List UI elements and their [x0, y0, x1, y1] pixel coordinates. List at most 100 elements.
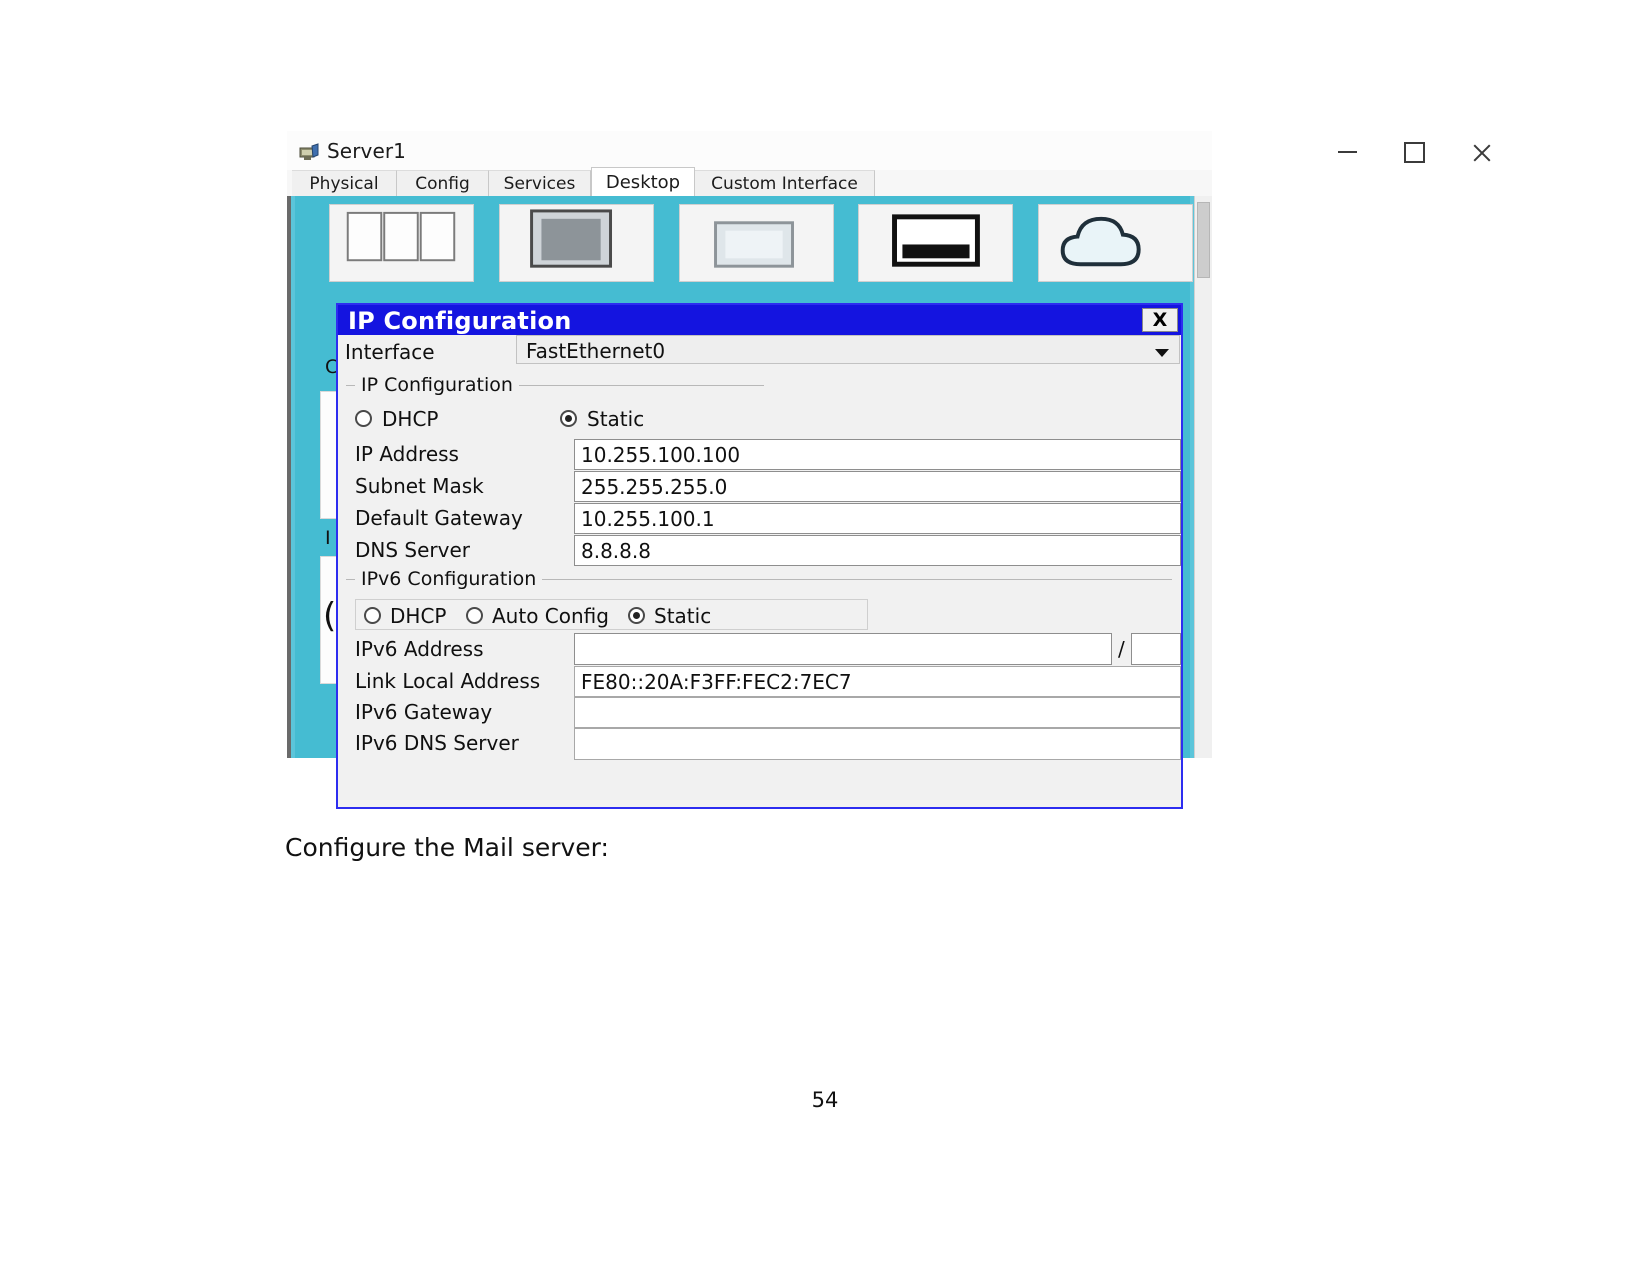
ipv6-prefix-length-input[interactable] [1131, 633, 1181, 665]
ipv4-dhcp-label: DHCP [382, 407, 439, 431]
background-text-fragment: I [325, 527, 331, 549]
packet-tracer-server-icon [299, 143, 319, 160]
link-local-address-row: Link Local Address FE80::20A:F3FF:FEC2:7… [338, 666, 1181, 697]
tab-custom-interface[interactable]: Custom Interface [695, 170, 875, 196]
ipv6-static-radio[interactable]: Static [628, 604, 748, 628]
ip-configuration-dialog: IP Configuration X Interface FastEtherne… [336, 303, 1183, 809]
ip-address-value: 10.255.100.100 [581, 443, 741, 467]
dialog-title-bar: IP Configuration [338, 305, 1181, 335]
desktop-tile[interactable] [499, 204, 654, 282]
desktop-scrollbar[interactable] [1194, 196, 1212, 758]
maximize-button[interactable] [1384, 131, 1444, 173]
link-local-address-value: FE80::20A:F3FF:FEC2:7EC7 [581, 670, 852, 694]
ipv6-gateway-label: IPv6 Gateway [355, 700, 493, 724]
subnet-mask-value: 255.255.255.0 [581, 475, 728, 499]
link-local-address-input[interactable]: FE80::20A:F3FF:FEC2:7EC7 [574, 666, 1181, 697]
radio-indicator [628, 607, 645, 624]
ipv6-prefix-separator: / [1118, 637, 1125, 661]
body-paragraph: Configure the Mail server: [285, 833, 609, 862]
dialog-title: IP Configuration [348, 307, 572, 335]
dial-up-tile-icon [530, 209, 613, 268]
ipv6-dns-server-input[interactable] [574, 728, 1181, 760]
window-title-bar: Server1 [287, 131, 1425, 173]
tab-config[interactable]: Config [397, 170, 489, 196]
subnet-mask-label: Subnet Mask [355, 474, 484, 498]
ip-address-row: IP Address 10.255.100.100 [338, 439, 1181, 470]
desktop-surface: C I ( IP Configuration X Interface FastE… [295, 196, 1193, 809]
ipv6-mode-group: DHCP Auto Config Static [355, 599, 868, 630]
minimize-icon [1337, 151, 1357, 153]
link-local-address-label: Link Local Address [355, 669, 541, 693]
interface-selected-value: FastEthernet0 [526, 339, 666, 363]
interface-row: Interface FastEthernet0 [338, 335, 1181, 366]
chevron-down-icon [1155, 349, 1169, 357]
ipv6-dhcp-label: DHCP [390, 604, 447, 628]
window-title: Server1 [327, 139, 407, 163]
interface-dropdown[interactable]: FastEthernet0 [516, 335, 1180, 364]
document-page: Server1 Physical Config Services Desktop… [0, 0, 1650, 1275]
dns-server-row: DNS Server 8.8.8.8 [338, 535, 1181, 566]
tab-label: Services [503, 173, 576, 194]
close-icon [1471, 142, 1492, 163]
dialog-close-button[interactable]: X [1142, 308, 1178, 332]
ipv4-static-radio[interactable]: Static [560, 407, 680, 433]
ipv6-dns-server-label: IPv6 DNS Server [355, 731, 519, 755]
tab-desktop[interactable]: Desktop [591, 167, 695, 196]
default-gateway-value: 10.255.100.1 [581, 507, 715, 531]
tab-label: Physical [309, 173, 379, 194]
desktop-tile[interactable] [1038, 204, 1193, 282]
tab-label: Custom Interface [711, 173, 858, 194]
tab-bar: Physical Config Services Desktop Custom … [287, 167, 1212, 196]
ipv4-dhcp-radio[interactable]: DHCP [355, 407, 475, 433]
desktop-tile[interactable] [858, 204, 1013, 282]
dns-server-label: DNS Server [355, 538, 470, 562]
dialog-content: Interface FastEthernet0 IP Configuration [338, 335, 1181, 807]
dns-server-input[interactable]: 8.8.8.8 [574, 535, 1181, 566]
ipv6-gateway-row: IPv6 Gateway [338, 697, 1181, 728]
subnet-mask-row: Subnet Mask 255.255.255.0 [338, 471, 1181, 502]
tab-physical[interactable]: Physical [292, 170, 397, 196]
radio-indicator [355, 410, 372, 427]
ipv4-group-title: IP Configuration [355, 374, 519, 396]
radio-indicator [466, 607, 483, 624]
interface-label: Interface [345, 340, 435, 364]
radio-indicator [364, 607, 381, 624]
ipv6-address-input[interactable] [574, 633, 1112, 665]
ipv6-group-title: IPv6 Configuration [355, 568, 543, 590]
ipv6-auto-config-radio[interactable]: Auto Config [466, 604, 646, 628]
web-browser-tile-icon [1060, 216, 1141, 267]
dns-server-value: 8.8.8.8 [581, 539, 651, 563]
radio-indicator [560, 410, 577, 427]
dialog-close-label: X [1152, 309, 1168, 331]
ipv4-static-label: Static [587, 407, 645, 431]
ipv6-static-label: Static [654, 604, 712, 628]
ip-address-input[interactable]: 10.255.100.100 [574, 439, 1181, 470]
command-prompt-tile-icon [892, 214, 980, 267]
ipv6-address-label: IPv6 Address [355, 637, 484, 661]
ipv6-dhcp-radio[interactable]: DHCP [364, 604, 474, 628]
default-gateway-label: Default Gateway [355, 506, 523, 530]
default-gateway-input[interactable]: 10.255.100.1 [574, 503, 1181, 534]
ip-configuration-tile-icon [346, 211, 456, 262]
ipv6-address-row: IPv6 Address / [338, 633, 1181, 665]
ip-address-label: IP Address [355, 442, 459, 466]
subnet-mask-input[interactable]: 255.255.255.0 [574, 471, 1181, 502]
tab-services[interactable]: Services [489, 170, 591, 196]
close-button[interactable] [1451, 131, 1511, 173]
desktop-panel: C I ( IP Configuration X Interface FastE… [287, 196, 1212, 809]
tab-label: Desktop [605, 171, 681, 193]
default-gateway-row: Default Gateway 10.255.100.1 [338, 503, 1181, 534]
tab-label: Config [415, 173, 470, 194]
packet-tracer-window: Server1 Physical Config Services Desktop… [287, 131, 1425, 809]
desktop-tile[interactable] [329, 204, 474, 282]
terminal-tile-icon [714, 221, 794, 268]
desktop-tile[interactable] [679, 204, 834, 282]
background-text-fragment: ( [323, 596, 337, 636]
minimize-button[interactable] [1317, 131, 1377, 173]
page-number: 54 [811, 1088, 839, 1112]
scrollbar-thumb[interactable] [1197, 202, 1210, 278]
ipv6-dns-server-row: IPv6 DNS Server [338, 728, 1181, 760]
ipv6-auto-config-label: Auto Config [492, 604, 609, 628]
ipv6-gateway-input[interactable] [574, 697, 1181, 728]
maximize-icon [1403, 141, 1425, 163]
